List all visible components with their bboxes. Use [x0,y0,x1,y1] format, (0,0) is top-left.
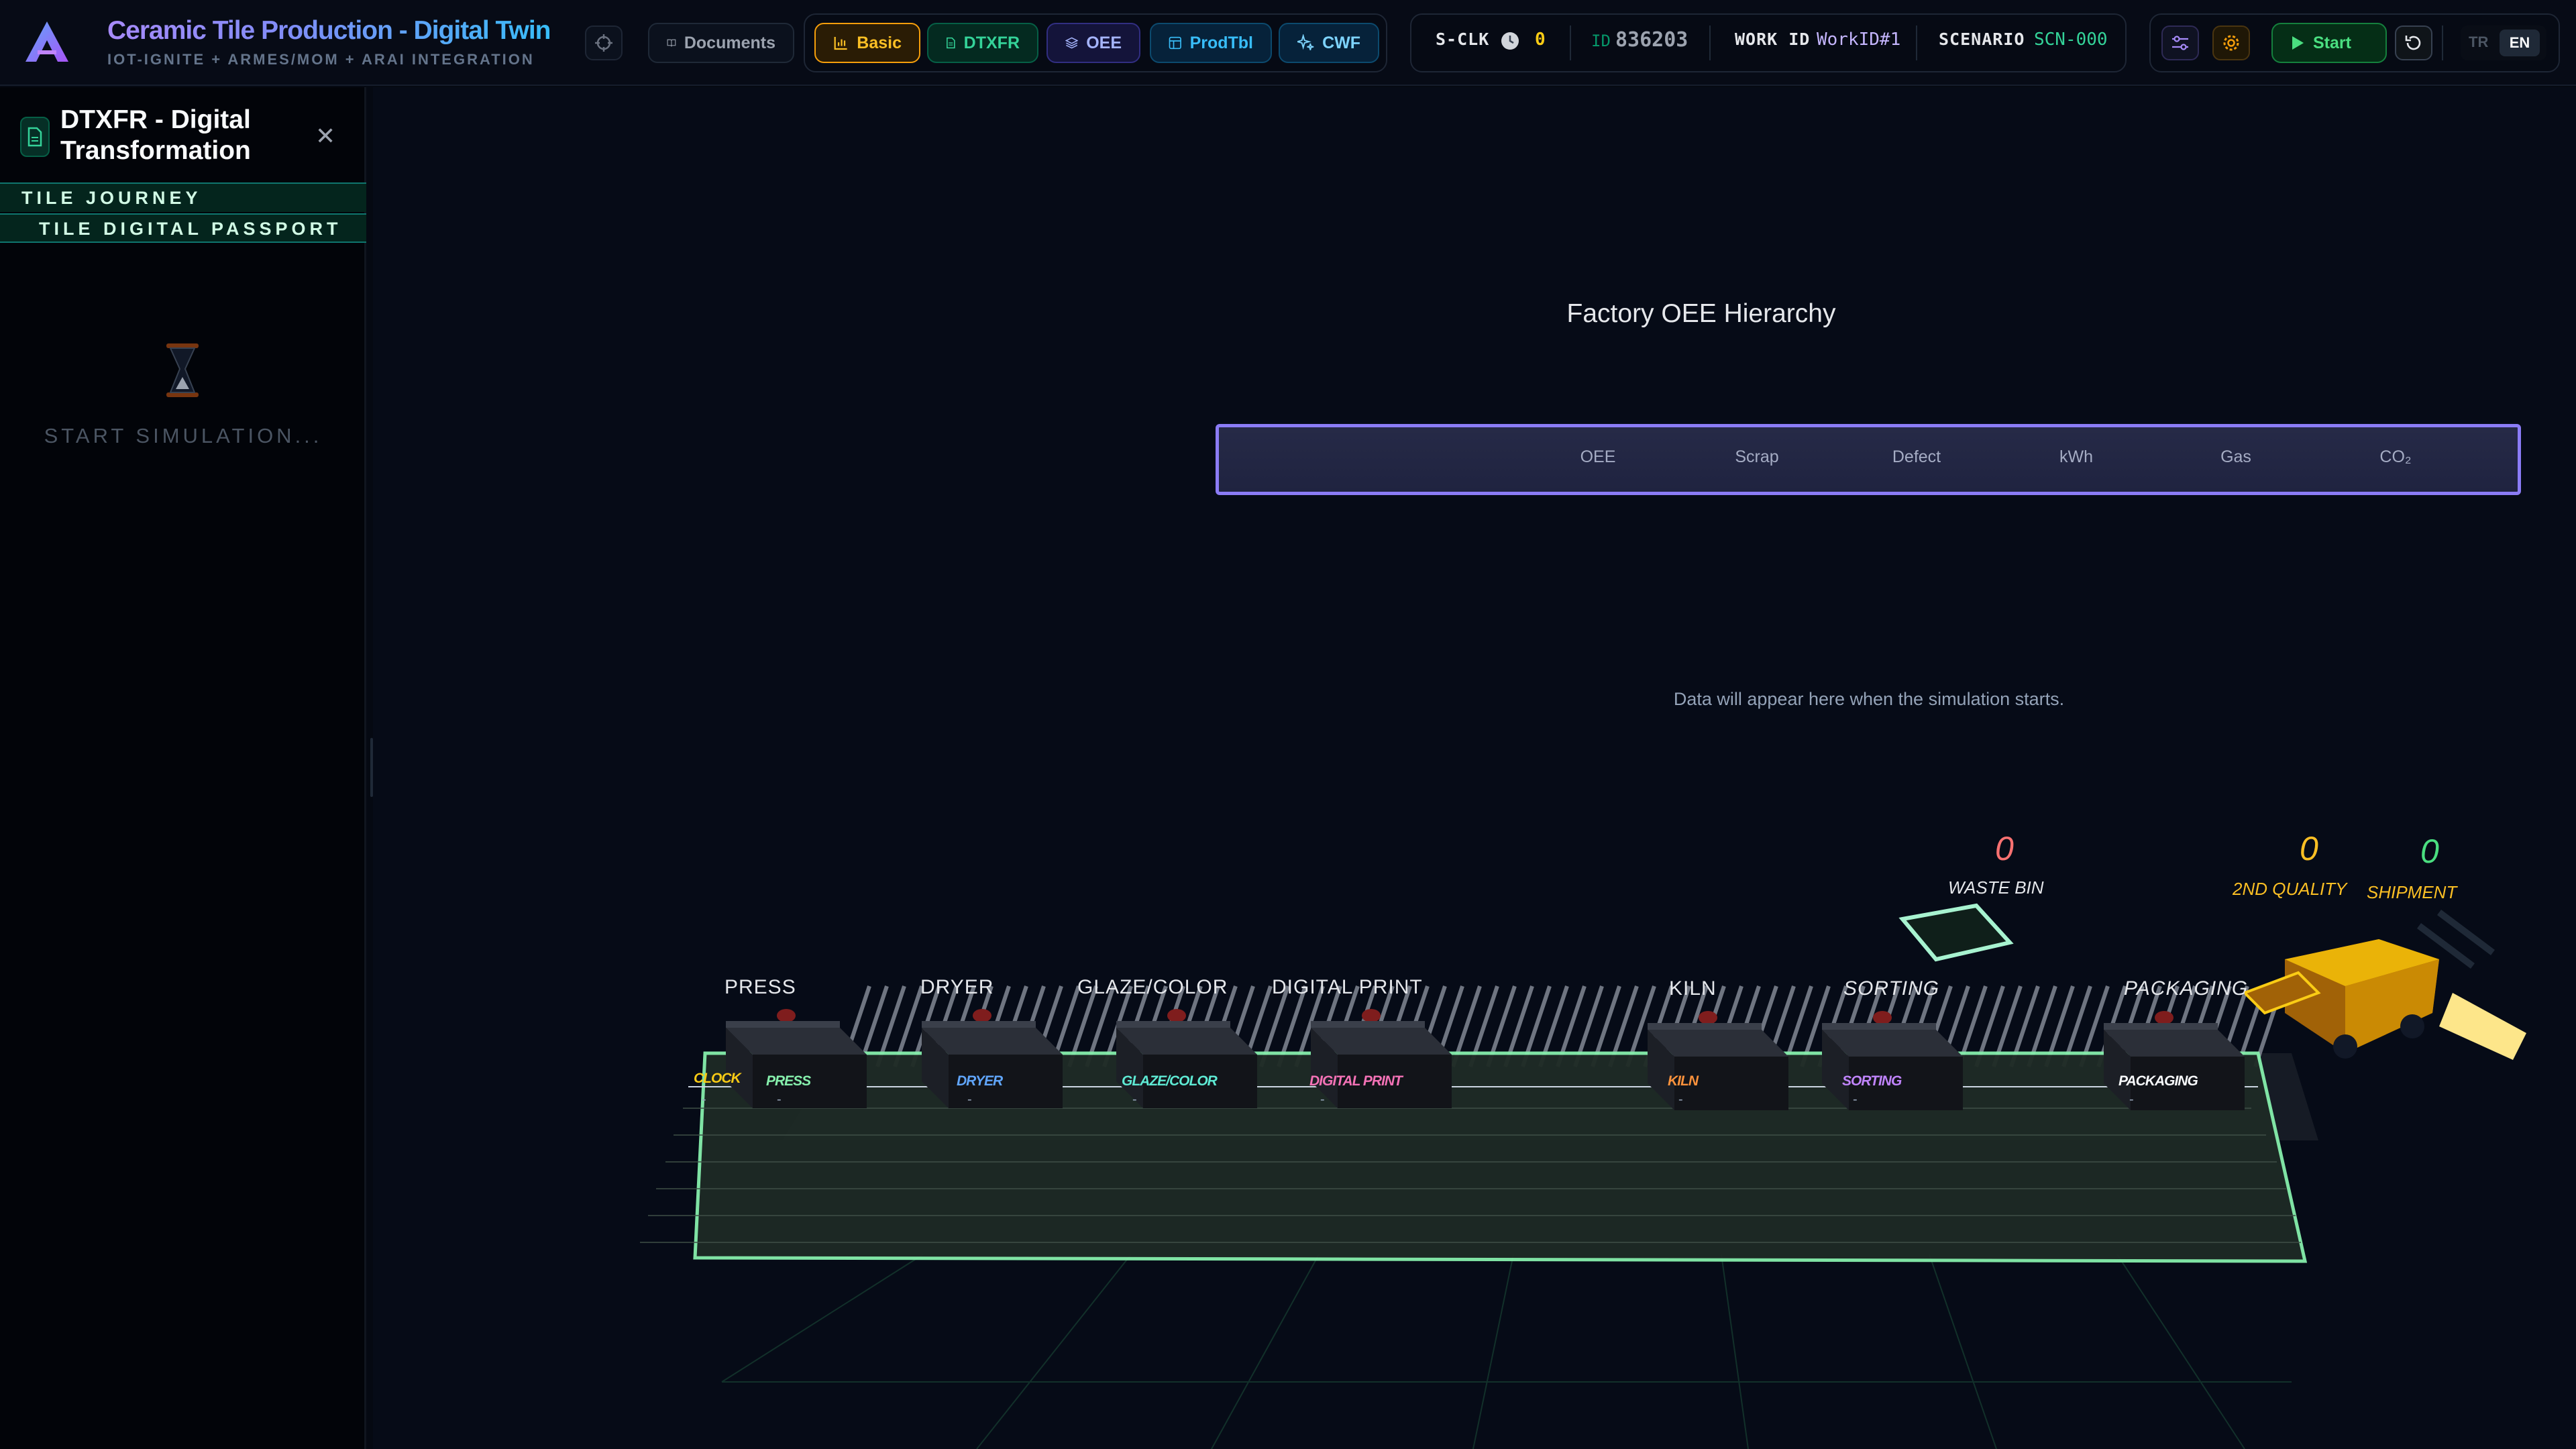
settings-sliders-button[interactable] [2161,25,2199,60]
nav-oee-label: OEE [1086,33,1122,52]
board-header-glaze-color: GLAZE/COLOR [1122,1073,1218,1089]
id-label: ID [1591,32,1611,50]
board-header-digital-print: DIGITAL PRINT [1309,1073,1403,1089]
status-light-icon [1167,1009,1186,1022]
machine-sorting[interactable] [1809,1003,1970,1120]
board-cell: - [1853,1092,1858,1107]
reset-icon [2405,36,2421,50]
machine-label-dryer: DRYER [920,976,994,998]
crosshair-icon [595,34,612,52]
table-icon [1169,36,1181,50]
clock-icon [1501,32,1519,50]
nav-basic-label: Basic [857,33,902,52]
board-cell: - [1132,1092,1137,1107]
layers-icon [1065,37,1079,49]
id-value: 836203 [1615,28,1688,52]
sorting-tile-icon [1898,903,2014,962]
top-bar: Ceramic Tile Production - Digital Twin I… [0,0,2576,86]
machine-glaze-color[interactable] [1103,1001,1264,1118]
app-logo-icon [25,21,68,62]
board-header-press: PRESS [766,1073,811,1089]
sclk-value: 0 [1535,30,1546,50]
board-cell: - [1678,1092,1683,1107]
board-cell: - [1320,1092,1325,1107]
status-light-icon [1873,1011,1892,1024]
scenario-label: SCENARIO [1939,30,2025,49]
language-toggle: TR EN [2461,25,2546,60]
machine-label-kiln: KILN [1669,977,1717,1000]
nav-dtxfr-button[interactable]: DTXFR [927,23,1038,63]
nav-prodtbl-label: ProdTbl [1189,33,1253,52]
board-header-kiln: KILN [1668,1073,1699,1089]
nav-basic-button[interactable]: Basic [814,23,920,63]
reset-button[interactable] [2395,25,2432,60]
book-icon [667,39,676,47]
status-light-icon [2155,1011,2174,1024]
close-icon[interactable]: ✕ [315,122,335,150]
dtxfr-sidebar: DTXFR - Digital Transformation ✕ TILE JO… [0,87,366,1449]
nav-prodtbl-button[interactable]: ProdTbl [1150,23,1272,63]
board-cell: - [777,1092,782,1107]
gear-icon [2223,35,2239,51]
document-icon [947,37,955,49]
machine-label-digital-print: DIGITAL PRINT [1272,976,1423,998]
sidebar-title: DTXFR - Digital Transformation [60,105,251,165]
sparkle-icon [1297,34,1314,50]
machine-label-glaze-color: GLAZE/COLOR [1077,976,1228,998]
board-header-sorting: SORTING [1842,1073,1902,1089]
work-id-label: WORK ID [1735,30,1811,49]
machine-label-packaging: PACKAGING [2124,977,2249,1000]
board-cell: - [2129,1092,2134,1107]
board-cell: - [967,1092,972,1107]
app-subtitle: IOT-IGNITE + ARMES/MOM + ARAI INTEGRATIO… [107,51,535,68]
settings-button[interactable] [2212,25,2250,60]
play-icon [2292,36,2304,50]
tab-tile-digital-passport[interactable]: TILE DIGITAL PASSPORT [0,213,366,243]
sliders-icon [2172,36,2188,50]
board-clock-header: CLOCK [694,1071,741,1086]
document-icon [20,117,50,157]
bar-chart-icon [834,37,847,50]
work-id-value: WorkID#1 [1817,30,1901,50]
nav-oee-button[interactable]: OEE [1046,23,1140,63]
board-header-packaging: PACKAGING [2118,1073,2198,1089]
hourglass-icon [166,343,199,397]
documents-button[interactable]: Documents [648,23,794,63]
waste-bin-count: 0 [1995,830,2014,867]
loading-text: START SIMULATION... [44,424,323,447]
tab-tile-journey[interactable]: TILE JOURNEY [0,182,366,212]
nav-cwf-label: CWF [1322,33,1360,52]
forklift-icon [2245,910,2526,1060]
machine-kiln[interactable] [1634,1003,1795,1120]
status-light-icon [973,1009,991,1022]
board-header-dryer: DRYER [957,1073,1003,1089]
floor-grid [640,985,2318,1449]
start-button[interactable]: Start [2271,23,2387,63]
lang-tr-button[interactable]: TR [2469,34,2488,51]
documents-label: Documents [684,33,775,52]
machine-label-sorting: SORTING [1843,977,1940,1000]
status-light-icon [777,1009,796,1022]
nav-dtxfr-label: DTXFR [963,33,1020,52]
target-button[interactable] [585,25,623,60]
start-label: Start [2313,33,2351,52]
machine-press[interactable] [712,1001,873,1118]
machine-label-press: PRESS [724,976,796,998]
app-title: Ceramic Tile Production - Digital Twin [107,16,551,45]
machine-dryer[interactable] [908,1001,1069,1118]
lang-en-button[interactable]: EN [2500,30,2540,56]
board-cell: - [702,1092,706,1107]
status-light-icon [1362,1009,1381,1022]
nav-cwf-button[interactable]: CWF [1279,23,1379,63]
status-light-icon [1699,1011,1717,1024]
factory-3d-scene[interactable]: Factory OEE Hierarchy OEE Scrap Defect k… [373,87,2576,1449]
scenario-value: SCN-000 [2034,30,2108,50]
sclk-label: S-CLK [1436,30,1490,49]
machine-packaging[interactable] [2090,1003,2251,1120]
